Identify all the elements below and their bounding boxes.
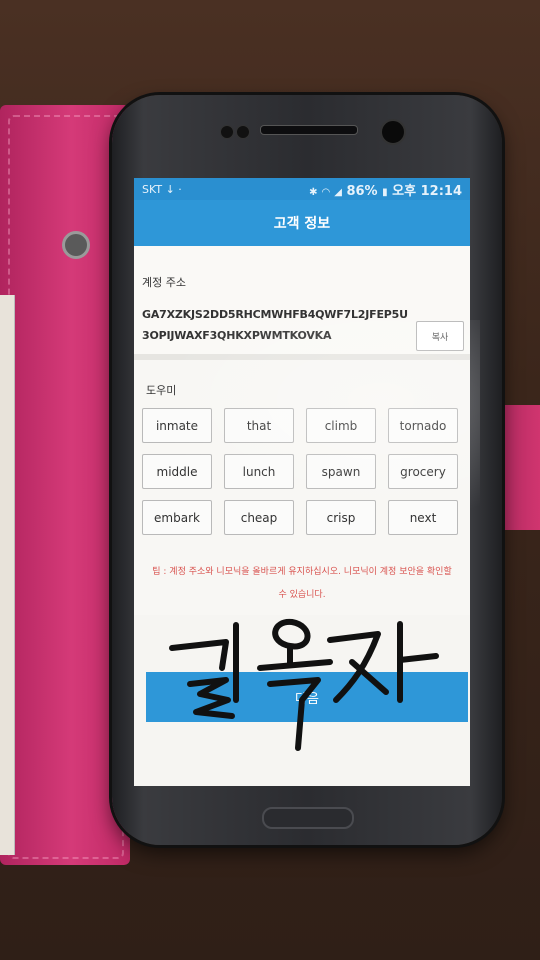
earpiece — [260, 125, 358, 135]
account-section: 계정 주소 GA7XZKJS2DD5RHCMWHFB4QWF7L2JFEP5U3… — [134, 246, 470, 354]
status-right: ✱ ◠ ◢ 86% ▮ 오후 12:14 — [309, 180, 462, 199]
tip-text: 팁 : 계정 주소와 니모닉을 올바르게 유지하십시오. 니모닉이 계정 보안을… — [152, 567, 452, 600]
wifi-icon: ◠ — [322, 186, 330, 198]
case-card-slot — [0, 295, 15, 855]
account-address: GA7XZKJS2DD5RHCMWHFB4QWF7L2JFEP5U3OPIJWA… — [142, 308, 408, 342]
signal-icon: ◢ — [334, 186, 342, 198]
mnemonic-word: that — [224, 408, 294, 443]
phone-case-strap — [496, 405, 540, 530]
bluetooth-icon: ✱ — [309, 186, 318, 198]
mnemonic-word: tornado — [388, 408, 458, 443]
mnemonic-word: middle — [142, 454, 212, 489]
mnemonic-word: crisp — [306, 500, 376, 535]
mnemonic-label: 도우미 — [146, 384, 177, 397]
next-button-label: 다음 — [295, 691, 319, 707]
case-stitching — [8, 115, 124, 859]
status-bar: SKT ↓ · ✱ ◠ ◢ 86% ▮ 오후 12:14 — [134, 178, 470, 200]
mnemonic-word: grocery — [388, 454, 458, 489]
case-snap-button — [62, 231, 90, 259]
phone-case-left-flap — [0, 105, 130, 865]
copy-button[interactable]: 복사 — [416, 321, 464, 351]
mnemonic-word: embark — [142, 500, 212, 535]
page-title: 고객 정보 — [273, 216, 331, 232]
mnemonic-word: spawn — [306, 454, 376, 489]
phone-screen: SKT ↓ · ✱ ◠ ◢ 86% ▮ 오후 12:14 고객 정보 계정 주소… — [134, 178, 470, 786]
mnemonic-section: 도우미 inmate that climb tornado middle lun… — [134, 360, 470, 615]
mnemonic-word: next — [388, 500, 458, 535]
mnemonic-word: inmate — [142, 408, 212, 443]
light-sensor — [236, 125, 250, 139]
proximity-sensor — [220, 125, 234, 139]
mnemonic-word: lunch — [224, 454, 294, 489]
mnemonic-grid: inmate that climb tornado middle lunch s… — [142, 408, 462, 535]
next-button[interactable]: 다음 — [146, 672, 468, 722]
front-camera — [380, 119, 406, 145]
app-bar: 고객 정보 — [134, 200, 470, 246]
notification-dot-icon: · — [178, 182, 182, 196]
home-button[interactable] — [262, 807, 354, 829]
clock: 오후 12:14 — [392, 183, 462, 199]
mnemonic-word: cheap — [224, 500, 294, 535]
usb-icon: ↓ — [165, 182, 175, 196]
battery-percent: 86% — [346, 183, 378, 199]
mnemonic-word: climb — [306, 408, 376, 443]
carrier-text: SKT — [142, 182, 163, 196]
battery-icon: ▮ — [382, 186, 388, 198]
carrier-label: SKT ↓ · — [142, 183, 182, 196]
account-label: 계정 주소 — [142, 276, 186, 289]
